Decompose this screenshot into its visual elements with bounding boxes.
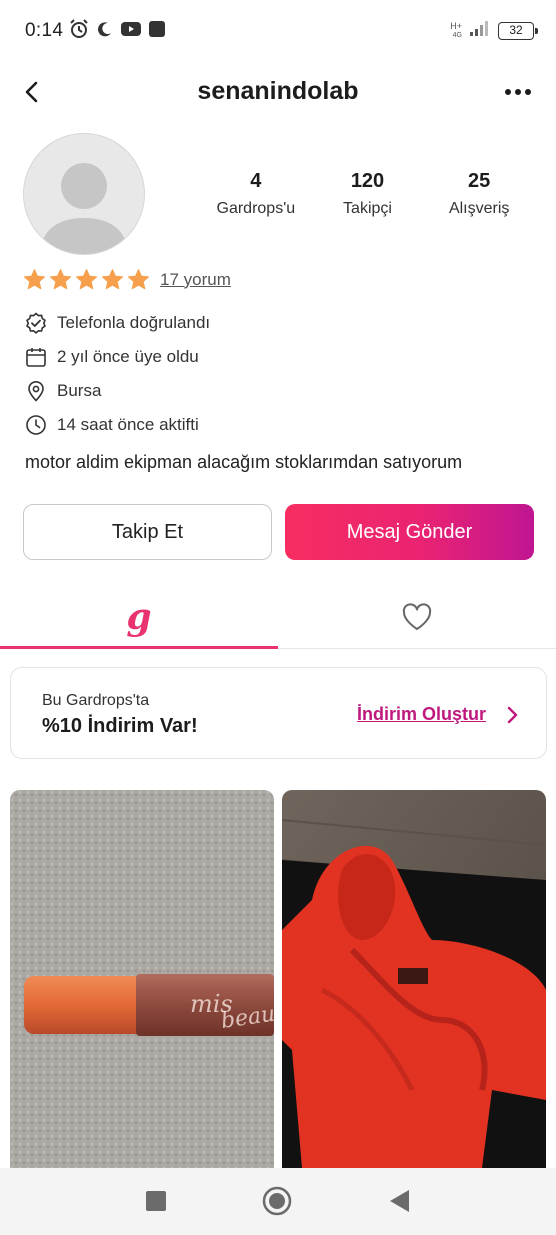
status-bar: 0:14 H+ 4G 32 [0, 0, 556, 62]
rating[interactable]: 17 yorum [23, 268, 231, 291]
stat-followers[interactable]: 120 Takipçi [312, 170, 424, 218]
reviews-link[interactable]: 17 yorum [160, 270, 231, 290]
info-text: 14 saat önce aktifti [57, 415, 199, 434]
profile-stats: 4 Gardrops'u 120 Takipçi 25 Alışveriş [200, 170, 535, 218]
clock-icon [25, 414, 47, 436]
home-button[interactable] [262, 1186, 292, 1216]
discount-subtitle: Bu Gardrops'ta [42, 692, 150, 709]
more-horizontal-icon [505, 89, 531, 95]
profile-tabs: g [0, 585, 556, 649]
info-row-last-active: 14 saat önce aktifti [25, 408, 210, 442]
discount-title: %10 İndirim Var! [42, 715, 198, 737]
stat-label: Gardrops'u [216, 200, 296, 217]
star-icon [75, 269, 98, 290]
calendar-icon [25, 346, 47, 368]
star-icon [23, 269, 46, 290]
battery-level: 32 [509, 22, 523, 37]
stat-purchases[interactable]: 25 Alışveriş [423, 170, 535, 218]
product-photo-red-hoodie [282, 790, 546, 1168]
info-row-verified: Telefonla doğrulandı [25, 306, 210, 340]
product-card-2[interactable] [282, 790, 546, 1168]
default-avatar-icon [40, 163, 128, 254]
product-card-1[interactable]: mis beau [10, 790, 274, 1168]
recents-square-icon [146, 1191, 166, 1211]
info-row-location: Bursa [25, 374, 210, 408]
home-circle-icon [262, 1186, 292, 1216]
signal-icon [470, 20, 490, 41]
stat-value: 4 [250, 170, 262, 192]
avatar[interactable] [23, 133, 145, 255]
youtube-icon [120, 20, 142, 43]
info-text: Bursa [57, 381, 102, 400]
send-message-button[interactable]: Mesaj Gönder [285, 504, 534, 560]
alarm-icon [68, 18, 90, 45]
stat-label: Takipçi [343, 200, 392, 217]
battery-icon: 32 [498, 21, 538, 40]
info-text: Telefonla doğrulandı [57, 313, 211, 332]
info-text: 2 yıl önce üye oldu [57, 347, 199, 366]
system-back-button[interactable] [384, 1186, 414, 1216]
stat-value: 25 [468, 170, 491, 192]
app-icon [148, 20, 166, 43]
info-row-member-since: 2 yıl önce üye oldu [25, 340, 210, 374]
tab-likes[interactable] [278, 585, 556, 649]
moon-icon [96, 20, 114, 43]
tab-closet[interactable]: g [0, 585, 278, 649]
star-rating [23, 268, 150, 291]
network-sub: 4G [452, 31, 462, 39]
system-navbar [0, 1168, 556, 1235]
stat-value: 120 [350, 170, 385, 192]
heart-icon [402, 603, 432, 630]
profile-bio: motor aldim ekipman alacağım stoklarımda… [25, 452, 463, 472]
status-right: H+ 4G 32 [446, 20, 538, 41]
chevron-right-icon[interactable] [502, 704, 522, 726]
status-icons [68, 18, 166, 45]
g-logo-icon: g [126, 596, 152, 638]
create-discount-link[interactable]: İndirim Oluştur [357, 704, 486, 725]
star-icon [49, 269, 72, 290]
star-icon [127, 269, 150, 290]
network-type: H+ [450, 20, 462, 31]
product-photo-lip-gloss: mis beau [10, 790, 274, 1168]
active-tab-indicator [0, 646, 278, 649]
stat-closet[interactable]: 4 Gardrops'u [200, 170, 312, 218]
back-triangle-icon [390, 1190, 409, 1212]
verified-badge-icon [25, 312, 47, 334]
profile-info-list: Telefonla doğrulandı 2 yıl önce üye oldu… [25, 306, 210, 442]
stat-label: Alışveriş [448, 200, 510, 217]
recents-button[interactable] [141, 1186, 171, 1216]
discount-card: Bu Gardrops'ta %10 İndirim Var! İndirim … [10, 667, 547, 759]
app-header: senanindolab [0, 62, 556, 122]
page-title: senanindolab [197, 77, 359, 105]
more-options-button[interactable] [500, 76, 536, 108]
status-time: 0:14 [25, 20, 64, 41]
star-icon [101, 269, 124, 290]
follow-button[interactable]: Takip Et [23, 504, 272, 560]
location-pin-icon [25, 380, 47, 402]
